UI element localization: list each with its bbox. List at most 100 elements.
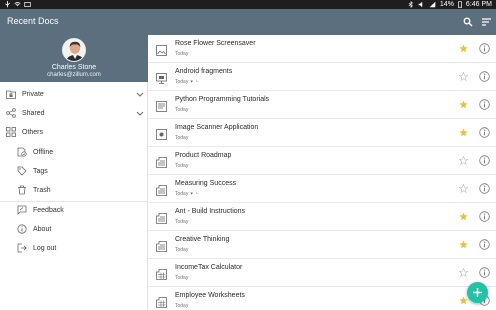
document-date: Today [175,303,189,309]
shared-indicator-icon: ▾ [190,191,193,197]
star-icon[interactable] [459,100,468,109]
navigation-drawer: Charles Stone charles@zillum.com Private… [0,35,148,310]
document-date: Today [175,247,189,253]
document-file-icon [156,183,167,196]
nav-shared-label: Shared [22,109,45,117]
presentation-file-icon [156,71,167,84]
list-item[interactable]: Android fragments Today ▾ ◔ [148,63,496,91]
spreadsheet-file-icon [156,295,167,308]
nav-about-label: About [33,225,52,233]
star-icon[interactable] [459,240,468,249]
search-icon[interactable] [461,15,475,29]
document-date: Today [175,219,189,225]
nav-logout[interactable]: Log out [0,239,148,257]
info-icon[interactable] [479,43,490,54]
star-icon[interactable] [459,72,468,81]
scanner-file-icon [156,127,167,140]
document-date: Today [175,163,189,169]
offline-icon: ◔ [194,191,198,197]
list-item[interactable]: Ant - Build Instructions Today [148,203,496,231]
grid-icon [6,127,16,137]
document-title: IncomeTax Calculator [175,264,243,271]
nav-logout-label: Log out [33,244,57,252]
offline-icon: ◔ [194,79,198,85]
info-icon[interactable] [479,127,490,138]
document-title: Product Roadmap [175,152,232,159]
chevron-down-icon[interactable] [136,109,144,117]
nav-others-label: Others [22,128,44,136]
mute-icon [418,1,425,8]
document-date: Today ▾ ◔ [175,79,198,85]
info-icon[interactable] [479,239,490,250]
document-title: Creative Thinking [175,236,230,243]
document-title: Employee Worksheets [175,292,245,299]
nav-tags[interactable]: Tags [0,162,148,180]
chevron-down-icon[interactable] [136,90,144,98]
star-icon[interactable] [459,296,468,305]
image-file-icon [156,43,167,56]
document-file-icon [156,211,167,224]
page-title: Recent Docs [7,16,59,26]
nav-offline-label: Offline [33,148,54,156]
offline-icon [17,147,27,157]
star-icon[interactable] [459,184,468,193]
info-icon[interactable] [479,71,490,82]
nav-private[interactable]: Private [0,85,148,103]
list-item[interactable]: IncomeTax Calculator Today [148,259,496,287]
nav-others[interactable]: Others [0,123,148,141]
document-title: Android fragments [175,68,233,75]
document-title: Rose Flower Screensaver [175,40,256,47]
battery-percent: 14% [439,1,454,8]
nav-feedback-label: Feedback [33,206,64,214]
nav-trash[interactable]: Trash [0,181,148,199]
lock-folder-icon [6,89,16,99]
create-document-button[interactable] [467,282,488,303]
info-icon[interactable] [479,183,490,194]
star-icon[interactable] [459,128,468,137]
nav-about[interactable]: About [0,220,148,238]
wifi-icon [14,1,21,8]
info-icon[interactable] [479,267,490,278]
list-item[interactable]: Creative Thinking Today [148,231,496,259]
nav-offline[interactable]: Offline [0,143,148,161]
star-icon[interactable] [459,44,468,53]
profile-name: Charles Stone [51,64,97,71]
info-icon[interactable] [479,99,490,110]
app-bar: Recent Docs [0,9,496,35]
list-item[interactable]: Image Scanner Application Today [148,119,496,147]
spreadsheet-file-icon [156,267,167,280]
document-date: Today ▾ ◔ [175,191,198,197]
logout-icon [17,243,27,253]
document-file-icon [156,155,167,168]
profile-email: charles@zillum.com [47,72,101,78]
share-icon [6,108,16,118]
signal-icon [429,1,436,8]
document-date: Today [175,275,189,281]
avatar[interactable] [62,38,86,62]
document-title: Image Scanner Application [175,124,259,131]
star-icon[interactable] [459,212,468,221]
document-title: Ant - Build Instructions [175,208,246,215]
document-title: Python Programming Tutorials [175,96,270,103]
nav-tags-label: Tags [33,167,48,175]
sort-icon[interactable] [479,15,493,29]
clock: 6:46 PM [465,1,492,8]
battery-icon [458,1,462,8]
info-icon[interactable] [479,155,490,166]
document-date: Today [175,107,189,113]
nav-shared[interactable]: Shared [0,104,148,122]
info-icon[interactable] [479,211,490,222]
nav-private-label: Private [22,90,44,98]
list-item[interactable]: Employee Worksheets Today [148,287,496,310]
list-item[interactable]: Python Programming Tutorials Today [148,91,496,119]
list-item[interactable]: Rose Flower Screensaver Today [148,35,496,63]
star-icon[interactable] [459,268,468,277]
nav-feedback[interactable]: Feedback [0,201,148,219]
list-item[interactable]: Measuring Success Today ▾ ◔ [148,175,496,203]
star-icon[interactable] [459,156,468,165]
bluetooth-icon [408,1,414,8]
list-item[interactable]: Product Roadmap Today [148,147,496,175]
plus-icon [473,288,482,297]
feedback-icon [17,205,27,215]
tag-icon [17,166,27,176]
